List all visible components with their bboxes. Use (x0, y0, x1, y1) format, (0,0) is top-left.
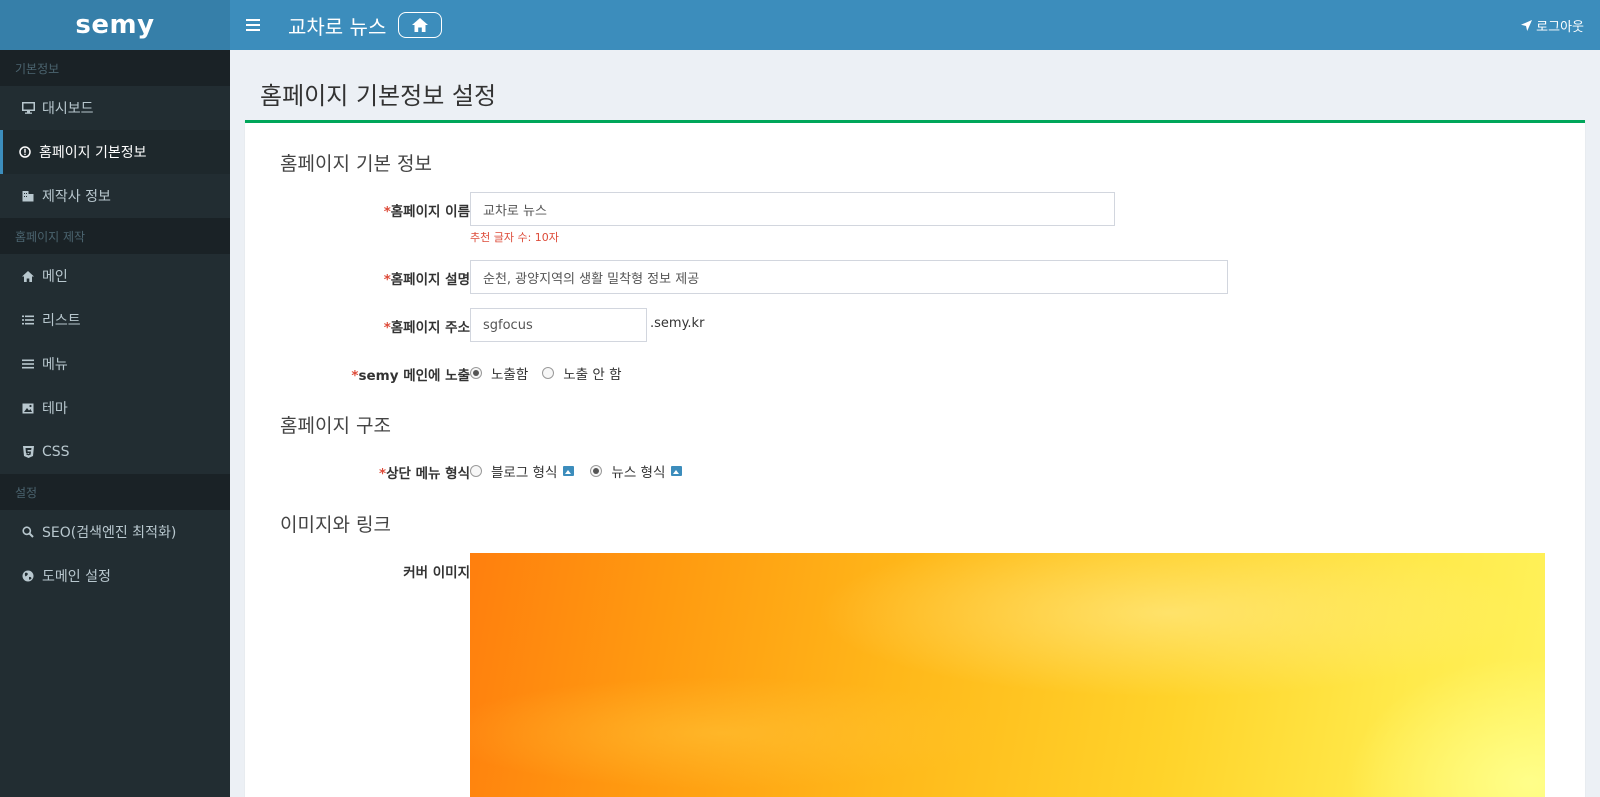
homepage-addr-input[interactable]: sgfocus (470, 308, 647, 342)
sidebar-item-label: 테마 (42, 401, 68, 417)
list-icon (21, 315, 35, 325)
sidebar-item-list[interactable]: 리스트 (0, 298, 230, 342)
news-type-radio[interactable] (590, 465, 603, 477)
info-circle-icon (18, 146, 32, 158)
sidebar-toggle-icon[interactable] (246, 19, 260, 31)
cover-image[interactable] (470, 553, 1545, 797)
expose-no-radio[interactable] (542, 367, 555, 379)
sidebar-item-label: CSS (42, 444, 70, 460)
search-icon (21, 526, 35, 538)
homepage-addr-suffix: .semy.kr (650, 316, 705, 331)
blog-type-radio[interactable] (470, 465, 482, 477)
home-icon (21, 270, 35, 282)
homepage-name-input[interactable]: 교차로 뉴스 (470, 192, 1115, 226)
sidebar-item-seo[interactable]: SEO(검색엔진 최적화) (0, 510, 230, 554)
bars-icon (21, 359, 35, 369)
news-type-label[interactable]: 뉴스 형식 (611, 461, 665, 481)
homepage-desc-label: *홈페이지 설명 (383, 272, 470, 288)
sidebar-item-label: 홈페이지 기본정보 (39, 145, 147, 161)
expose-yes-label[interactable]: 노출함 (491, 363, 528, 383)
section-title-images: 이미지와 링크 (280, 514, 391, 536)
top-menu-type-label: *상단 메뉴 형식 (379, 466, 470, 482)
cover-image-label: 커버 이미지 (403, 565, 470, 581)
logout-label: 로그아웃 (1536, 19, 1584, 35)
sidebar-item-css[interactable]: CSS (0, 430, 230, 474)
globe-icon (21, 570, 35, 582)
sidebar-item-label: 제작사 정보 (42, 189, 111, 205)
sidebar-item-dashboard[interactable]: 대시보드 (0, 86, 230, 130)
section-title-structure: 홈페이지 구조 (280, 415, 391, 437)
site-title: 교차로 뉴스 (288, 14, 387, 39)
sidebar-item-label: 리스트 (42, 313, 81, 329)
location-arrow-icon (1521, 19, 1533, 31)
sidebar-item-theme[interactable]: 테마 (0, 386, 230, 430)
news-preview-image-icon[interactable] (671, 466, 683, 476)
home-icon (412, 18, 429, 32)
sidebar-item-label: 대시보드 (42, 101, 94, 117)
homepage-name-label: *홈페이지 이름 (383, 204, 470, 220)
home-button[interactable] (398, 12, 443, 38)
logout-link[interactable]: 로그아웃 (1521, 0, 1584, 50)
settings-panel: 홈페이지 기본 정보 *홈페이지 이름 교차로 뉴스 추천 글자 수: 10자 … (245, 120, 1585, 797)
sidebar: semy 기본정보 대시보드 홈페이지 기본정보 제작사 정보 홈페이지 제작 … (0, 0, 230, 797)
semy-expose-radio-group: 노출함 노출 안 함 (470, 363, 622, 383)
sidebar-item-label: 메뉴 (42, 357, 68, 373)
image-icon (21, 403, 35, 414)
app-logo[interactable]: semy (0, 0, 230, 50)
sidebar-item-main[interactable]: 메인 (0, 254, 230, 298)
css3-icon (21, 446, 35, 458)
expose-yes-radio[interactable] (470, 367, 482, 379)
homepage-desc-input[interactable]: 순천, 광양지역의 생활 밀착형 정보 제공 (470, 260, 1228, 294)
sidebar-section-header: 홈페이지 제작 (0, 218, 230, 254)
blog-preview-image-icon[interactable] (563, 466, 575, 476)
homepage-addr-label: *홈페이지 주소 (383, 320, 470, 336)
top-navbar: 교차로 뉴스 로그아웃 (230, 0, 1600, 50)
sidebar-item-producer-info[interactable]: 제작사 정보 (0, 174, 230, 218)
sidebar-item-homepage-info[interactable]: 홈페이지 기본정보 (0, 130, 230, 174)
sidebar-item-domain[interactable]: 도메인 설정 (0, 554, 230, 598)
monitor-icon (21, 102, 35, 114)
sidebar-item-label: SEO(검색엔진 최적화) (42, 525, 177, 541)
sidebar-item-label: 메인 (42, 269, 68, 285)
blog-type-label[interactable]: 블로그 형식 (491, 461, 557, 481)
page-title: 홈페이지 기본정보 설정 (260, 82, 497, 110)
section-title-basic: 홈페이지 기본 정보 (280, 153, 432, 175)
sidebar-item-label: 도메인 설정 (42, 569, 111, 585)
expose-no-label[interactable]: 노출 안 함 (563, 363, 621, 383)
sidebar-section-header: 설정 (0, 474, 230, 510)
semy-expose-label: *semy 메인에 노출 (351, 368, 470, 384)
sidebar-section-header: 기본정보 (0, 50, 230, 86)
homepage-name-help: 추천 글자 수: 10자 (470, 231, 559, 244)
sidebar-item-menu[interactable]: 메뉴 (0, 342, 230, 386)
top-menu-type-radio-group: 블로그 형식 뉴스 형식 (470, 461, 683, 481)
building-icon (21, 190, 35, 202)
